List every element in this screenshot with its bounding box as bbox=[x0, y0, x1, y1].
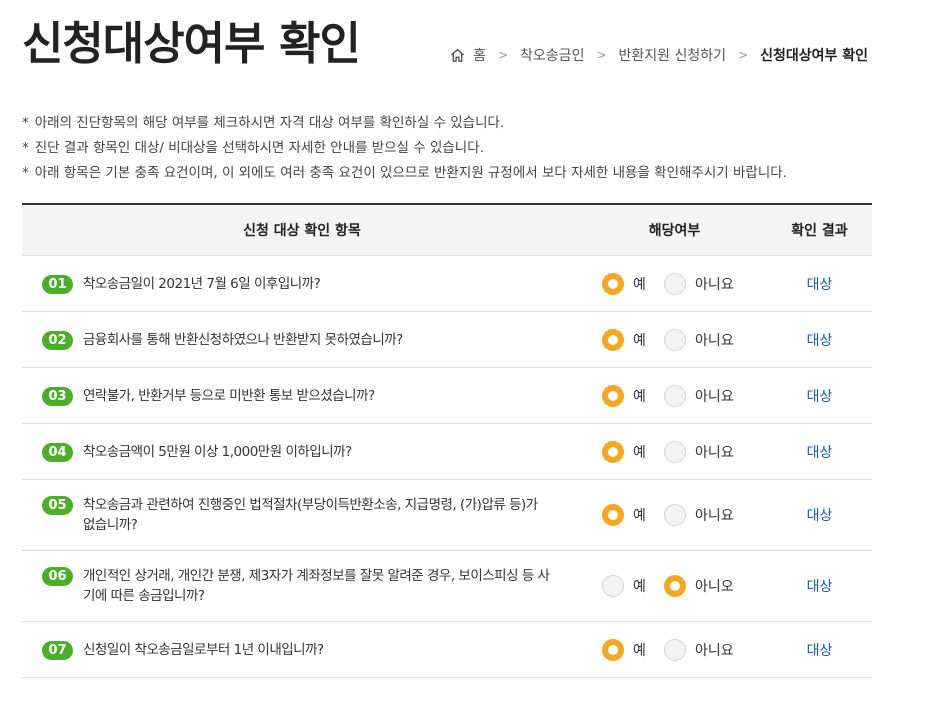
notice-item: * 진단 결과 항목인 대상/ 비대상을 선택하시면 자세한 안내를 받으실 수 … bbox=[22, 139, 787, 164]
radio-button[interactable] bbox=[602, 440, 624, 463]
notice-text: 진단 결과 항목인 대상/ 비대상을 선택하시면 자세한 안내를 받으실 수 있… bbox=[34, 140, 484, 156]
question-text: 개인적인 상거래, 개인간 분쟁, 제3자가 계좌정보를 잘못 알려준 경우, … bbox=[83, 568, 550, 604]
page-title: 신청대상여부 확인 bbox=[22, 17, 361, 70]
radio-yes-label: 예 bbox=[633, 508, 646, 524]
radio-yes[interactable]: 예 bbox=[602, 328, 664, 351]
radio-yes[interactable]: 예 bbox=[602, 638, 664, 661]
radio-no-label: 아니요 bbox=[695, 444, 734, 461]
radio-button[interactable] bbox=[602, 272, 624, 295]
table-row: 04 착오송금액이 5만원 이상 1,000만원 이하입니까? 예 아니요 대상 bbox=[22, 424, 872, 480]
radio-yes[interactable]: 예 bbox=[602, 440, 664, 463]
question-number-badge: 01 bbox=[42, 274, 73, 294]
radio-button[interactable] bbox=[602, 638, 624, 661]
radio-no-label: 아니요 bbox=[695, 276, 734, 293]
notice-text: 아래 항목은 기본 충족 요건이며, 이 외에도 여러 충족 요건이 있으므로 … bbox=[34, 165, 787, 181]
notice-text: 아래의 진단항목의 해당 여부를 체크하시면 자격 대상 여부를 확인하실 수 … bbox=[34, 115, 505, 131]
question-text: 착오송금과 관련하여 진행중인 법적절차(부당이득반환소송, 지급명령, (가)… bbox=[83, 497, 538, 533]
radio-no-label: 아니요 bbox=[695, 508, 734, 524]
question-number-badge: 04 bbox=[42, 442, 73, 462]
question-text: 신청일이 착오송금일로부터 1년 이내입니까? bbox=[83, 641, 324, 658]
notice-list: * 아래의 진단항목의 해당 여부를 체크하시면 자격 대상 여부를 확인하실 수… bbox=[22, 114, 787, 189]
table-row: 07 신청일이 착오송금일로부터 1년 이내입니까? 예 아니요 대상 bbox=[22, 622, 872, 678]
question-text: 금융회사를 통해 반환신청하였으나 반환받지 못하였습니까? bbox=[83, 331, 403, 348]
breadcrumb-item-apply[interactable]: 반환지원 신청하기 bbox=[619, 45, 727, 65]
question-number-badge: 02 bbox=[42, 330, 73, 350]
home-icon bbox=[451, 48, 465, 62]
radio-no[interactable]: 아니요 bbox=[664, 328, 734, 351]
radio-no[interactable]: 아니요 bbox=[664, 384, 734, 407]
radio-button[interactable] bbox=[664, 272, 686, 295]
result-link[interactable]: 대상 bbox=[767, 442, 872, 462]
notice-item: * 아래 항목은 기본 충족 요건이며, 이 외에도 여러 충족 요건이 있으므로… bbox=[22, 164, 787, 189]
breadcrumb-home[interactable]: 홈 bbox=[450, 45, 486, 65]
radio-no-label: 아니요 bbox=[695, 388, 734, 405]
header-selection: 해당여부 bbox=[648, 223, 701, 239]
notice-item: * 아래의 진단항목의 해당 여부를 체크하시면 자격 대상 여부를 확인하실 수… bbox=[22, 114, 787, 139]
radio-button[interactable] bbox=[602, 504, 624, 526]
result-link[interactable]: 대상 bbox=[767, 274, 872, 294]
header-item: 신청 대상 확인 항목 bbox=[243, 223, 361, 239]
radio-yes-label: 예 bbox=[633, 332, 646, 349]
question-text: 착오송금액이 5만원 이상 1,000만원 이하입니까? bbox=[83, 443, 352, 460]
breadcrumb-item-current: 신청대상여부 확인 bbox=[760, 48, 868, 64]
table-row: 06 개인적인 상거래, 개인간 분쟁, 제3자가 계좌정보를 잘못 알려준 경우… bbox=[22, 551, 872, 622]
radio-no-label: 아니오 bbox=[695, 579, 734, 595]
question-text: 연락불가, 반환거부 등으로 미반환 통보 받으셨습니까? bbox=[83, 387, 375, 404]
result-link[interactable]: 대상 bbox=[767, 505, 872, 525]
result-link[interactable]: 대상 bbox=[767, 576, 872, 596]
question-text: 착오송금일이 2021년 7월 6일 이후입니까? bbox=[83, 275, 321, 292]
radio-yes[interactable]: 예 bbox=[602, 504, 664, 526]
result-link[interactable]: 대상 bbox=[767, 386, 872, 406]
radio-button[interactable] bbox=[664, 504, 686, 526]
radio-yes[interactable]: 예 bbox=[602, 575, 664, 597]
radio-yes[interactable]: 예 bbox=[602, 272, 664, 295]
radio-button[interactable] bbox=[602, 575, 624, 597]
table-row: 01 착오송금일이 2021년 7월 6일 이후입니까? 예 아니요 대상 bbox=[22, 256, 872, 312]
chevron-right-icon: > bbox=[596, 48, 607, 62]
note-marker: * bbox=[22, 115, 29, 131]
table-row: 02 금융회사를 통해 반환신청하였으나 반환받지 못하였습니까? 예 아니요 대… bbox=[22, 312, 872, 368]
breadcrumb-item-sender[interactable]: 착오송금인 bbox=[520, 45, 584, 65]
table-row: 03 연락불가, 반환거부 등으로 미반환 통보 받으셨습니까? 예 아니요 대상 bbox=[22, 368, 872, 424]
note-marker: * bbox=[22, 165, 29, 181]
radio-yes-label: 예 bbox=[633, 388, 646, 405]
question-number-badge: 07 bbox=[42, 640, 73, 660]
header-result: 확인 결과 bbox=[791, 223, 848, 239]
note-marker: * bbox=[22, 140, 29, 156]
radio-no[interactable]: 아니요 bbox=[664, 504, 734, 526]
chevron-right-icon: > bbox=[738, 48, 749, 62]
radio-button[interactable] bbox=[664, 575, 686, 597]
radio-no[interactable]: 아니요 bbox=[664, 272, 734, 295]
result-link[interactable]: 대상 bbox=[767, 330, 872, 350]
radio-no[interactable]: 아니요 bbox=[664, 638, 734, 661]
radio-button[interactable] bbox=[664, 638, 686, 661]
radio-button[interactable] bbox=[602, 384, 624, 407]
radio-button[interactable] bbox=[664, 328, 686, 351]
radio-button[interactable] bbox=[664, 384, 686, 407]
radio-no-label: 아니요 bbox=[695, 332, 734, 349]
radio-yes-label: 예 bbox=[633, 642, 646, 659]
radio-no[interactable]: 아니오 bbox=[664, 575, 734, 597]
radio-yes-label: 예 bbox=[633, 276, 646, 293]
radio-button[interactable] bbox=[664, 440, 686, 463]
chevron-right-icon: > bbox=[497, 48, 509, 62]
radio-button[interactable] bbox=[602, 328, 624, 351]
radio-yes-label: 예 bbox=[633, 444, 646, 461]
radio-yes-label: 예 bbox=[633, 579, 646, 595]
radio-yes[interactable]: 예 bbox=[602, 384, 664, 407]
breadcrumb-home-label: 홈 bbox=[473, 48, 486, 64]
table-row: 05 착오송금과 관련하여 진행중인 법적절차(부당이득반환소송, 지급명령, (… bbox=[22, 480, 872, 551]
table-header: 신청 대상 확인 항목 해당여부 확인 결과 bbox=[22, 205, 872, 256]
question-number-badge: 05 bbox=[42, 496, 73, 515]
breadcrumb: 홈 > 착오송금인 > 반환지원 신청하기 > 신청대상여부 확인 bbox=[450, 45, 868, 65]
radio-no[interactable]: 아니요 bbox=[664, 440, 734, 463]
radio-no-label: 아니요 bbox=[695, 642, 734, 659]
eligibility-table: 신청 대상 확인 항목 해당여부 확인 결과 01 착오송금일이 2021년 7월… bbox=[22, 203, 872, 678]
question-number-badge: 03 bbox=[42, 386, 73, 406]
question-number-badge: 06 bbox=[42, 567, 73, 586]
result-link[interactable]: 대상 bbox=[767, 640, 872, 660]
